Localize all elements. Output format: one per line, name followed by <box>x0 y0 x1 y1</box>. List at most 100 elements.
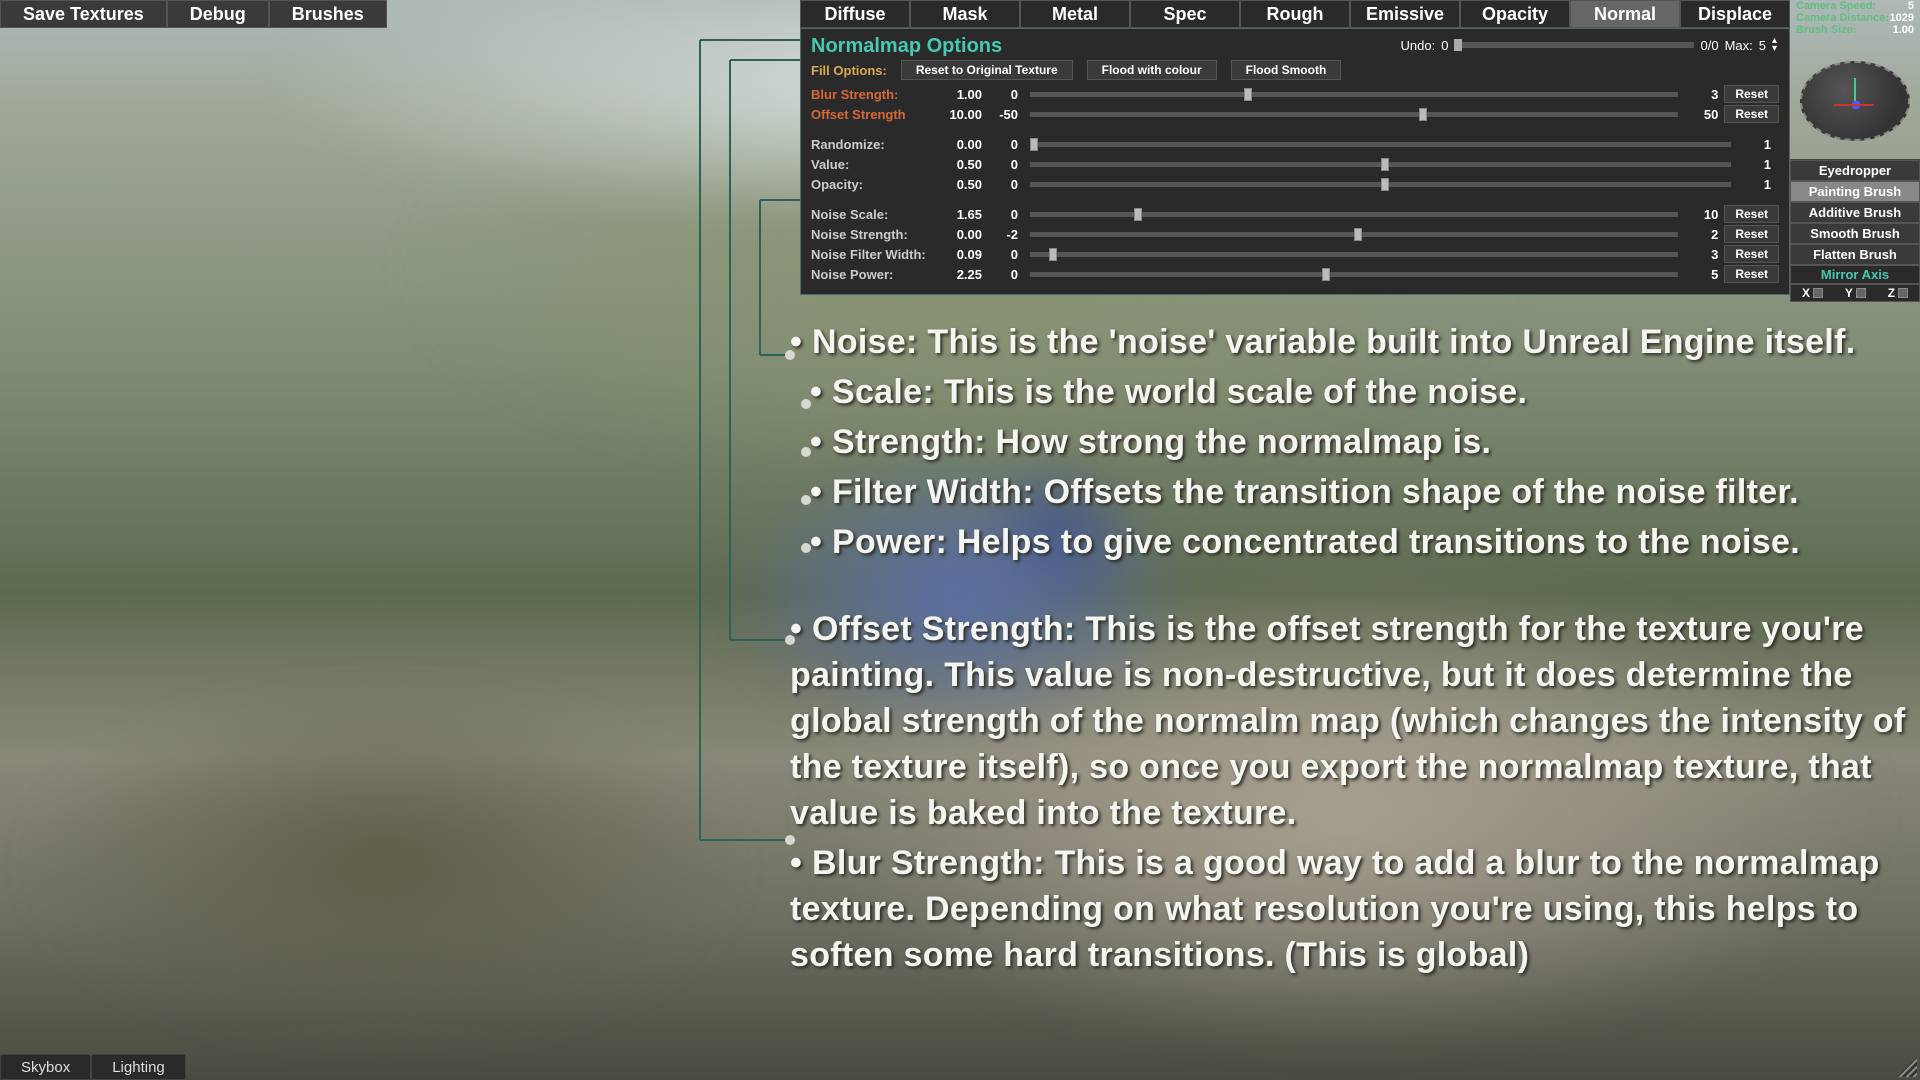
debug-button[interactable]: Debug <box>167 0 269 28</box>
mirror-axis-label: Mirror Axis <box>1790 265 1920 284</box>
option-row: Offset Strength10.00-5050Reset <box>811 104 1779 124</box>
option-value: 0.00 <box>937 137 982 152</box>
normalmap-options-panel: Normalmap Options Undo: 0 0/0 Max: 5 ▴▾ … <box>800 28 1790 295</box>
option-value: 0.00 <box>937 227 982 242</box>
option-slider[interactable] <box>1030 252 1678 257</box>
undo-max: 5 <box>1759 38 1766 53</box>
reset-button[interactable]: Reset <box>1724 225 1779 243</box>
undo-count: 0/0 <box>1700 38 1718 53</box>
undo-max-label: Max: <box>1725 38 1753 53</box>
lighting-button[interactable]: Lighting <box>91 1054 186 1080</box>
option-slider[interactable] <box>1030 92 1678 97</box>
checkbox-icon[interactable] <box>1813 288 1823 298</box>
option-slider[interactable] <box>1030 212 1678 217</box>
flood-smooth-button[interactable]: Flood Smooth <box>1231 60 1342 80</box>
reset-button[interactable]: Reset <box>1724 245 1779 263</box>
tab-diffuse[interactable]: Diffuse <box>800 0 910 28</box>
top-menu: Save Textures Debug Brushes <box>0 0 387 28</box>
option-max: 1 <box>1743 177 1771 192</box>
option-min: 0 <box>988 137 1018 152</box>
option-value: 2.25 <box>937 267 982 282</box>
camera-info: Camera Speed:5 Camera Distance:1029 Brus… <box>1790 0 1920 36</box>
option-label: Noise Power: <box>811 267 931 282</box>
fill-options-label: Fill Options: <box>811 63 887 78</box>
brush-painting-brush[interactable]: Painting Brush <box>1790 181 1920 202</box>
option-slider[interactable] <box>1030 142 1731 147</box>
brush-additive-brush[interactable]: Additive Brush <box>1790 202 1920 223</box>
skybox-button[interactable]: Skybox <box>0 1054 91 1080</box>
brush-size-label: Brush Size: <box>1796 24 1857 36</box>
option-slider[interactable] <box>1030 182 1731 187</box>
option-slider[interactable] <box>1030 232 1678 237</box>
option-value: 0.50 <box>937 177 982 192</box>
option-label: Randomize: <box>811 137 931 152</box>
brush-flatten-brush[interactable]: Flatten Brush <box>1790 244 1920 265</box>
option-min: 0 <box>988 207 1018 222</box>
option-min: 0 <box>988 247 1018 262</box>
option-label: Blur Strength: <box>811 87 931 102</box>
reset-button[interactable]: Reset <box>1724 265 1779 283</box>
tab-normal[interactable]: Normal <box>1570 0 1680 28</box>
tab-opacity[interactable]: Opacity <box>1460 0 1570 28</box>
reset-button[interactable]: Reset <box>1724 205 1779 223</box>
undo-slider[interactable] <box>1454 42 1694 48</box>
option-row: Noise Filter Width:0.0903Reset <box>811 244 1779 264</box>
option-row: Noise Power: 2.25 0 5 Reset <box>811 264 1779 284</box>
save-textures-button[interactable]: Save Textures <box>0 0 167 28</box>
mirror-axis-y[interactable]: Y <box>1845 286 1866 300</box>
option-max: 3 <box>1690 87 1718 102</box>
flood-with-colour-button[interactable]: Flood with colour <box>1087 60 1217 80</box>
brush-smooth-brush[interactable]: Smooth Brush <box>1790 223 1920 244</box>
camera-speed-value: 5 <box>1908 0 1914 12</box>
reset-original-texture-button[interactable]: Reset to Original Texture <box>901 60 1073 80</box>
option-row: Randomize: 0.00 0 1 <box>811 134 1771 154</box>
orientation-gizmo[interactable] <box>1790 42 1920 160</box>
option-max: 5 <box>1690 267 1718 282</box>
tab-spec[interactable]: Spec <box>1130 0 1240 28</box>
mirror-axis-row: X Y Z <box>1790 284 1920 302</box>
channel-tabs: DiffuseMaskMetalSpecRoughEmissiveOpacity… <box>800 0 1790 28</box>
camera-distance-value: 1029 <box>1890 12 1914 24</box>
annotations: • Noise: This is the 'noise' variable bu… <box>790 320 1906 983</box>
option-max: 1 <box>1743 157 1771 172</box>
option-max: 1 <box>1743 137 1771 152</box>
tab-displace[interactable]: Displace <box>1680 0 1790 28</box>
brush-eyedropper[interactable]: Eyedropper <box>1790 160 1920 181</box>
option-value: 1.00 <box>937 87 982 102</box>
option-min: 0 <box>988 157 1018 172</box>
option-min: 0 <box>988 87 1018 102</box>
option-max: 10 <box>1690 207 1718 222</box>
brushes-button[interactable]: Brushes <box>269 0 387 28</box>
option-label: Noise Filter Width: <box>811 247 931 262</box>
tab-mask[interactable]: Mask <box>910 0 1020 28</box>
reset-button[interactable]: Reset <box>1724 85 1779 103</box>
option-slider[interactable] <box>1030 272 1678 277</box>
option-value: 1.65 <box>937 207 982 222</box>
option-label: Noise Scale: <box>811 207 931 222</box>
brush-size-value: 1.00 <box>1893 24 1914 36</box>
undo-stepper-icon[interactable]: ▴▾ <box>1772 37 1777 53</box>
option-slider[interactable] <box>1030 162 1731 167</box>
tab-emissive[interactable]: Emissive <box>1350 0 1460 28</box>
option-slider[interactable] <box>1030 112 1678 117</box>
checkbox-icon[interactable] <box>1856 288 1866 298</box>
mirror-axis-x[interactable]: X <box>1802 286 1823 300</box>
option-min: 0 <box>988 267 1018 282</box>
option-row: Value:0.5001 <box>811 154 1771 174</box>
undo-row: Undo: 0 0/0 Max: 5 ▴▾ <box>1401 37 1777 53</box>
tab-rough[interactable]: Rough <box>1240 0 1350 28</box>
option-label: Noise Strength: <box>811 227 931 242</box>
option-row: Opacity:0.5001 <box>811 174 1771 194</box>
option-max: 50 <box>1690 107 1718 122</box>
tab-metal[interactable]: Metal <box>1020 0 1130 28</box>
bottom-menu: Skybox Lighting <box>0 1054 186 1080</box>
option-row: Noise Scale: 1.65 0 10 Reset <box>811 204 1779 224</box>
fill-options-row: Fill Options: Reset to Original Texture … <box>811 60 1779 80</box>
option-value: 0.09 <box>937 247 982 262</box>
reset-button[interactable]: Reset <box>1724 105 1779 123</box>
checkbox-icon[interactable] <box>1898 288 1908 298</box>
option-label: Offset Strength <box>811 107 931 122</box>
option-min: -2 <box>988 227 1018 242</box>
mirror-axis-z[interactable]: Z <box>1888 286 1908 300</box>
option-label: Opacity: <box>811 177 931 192</box>
